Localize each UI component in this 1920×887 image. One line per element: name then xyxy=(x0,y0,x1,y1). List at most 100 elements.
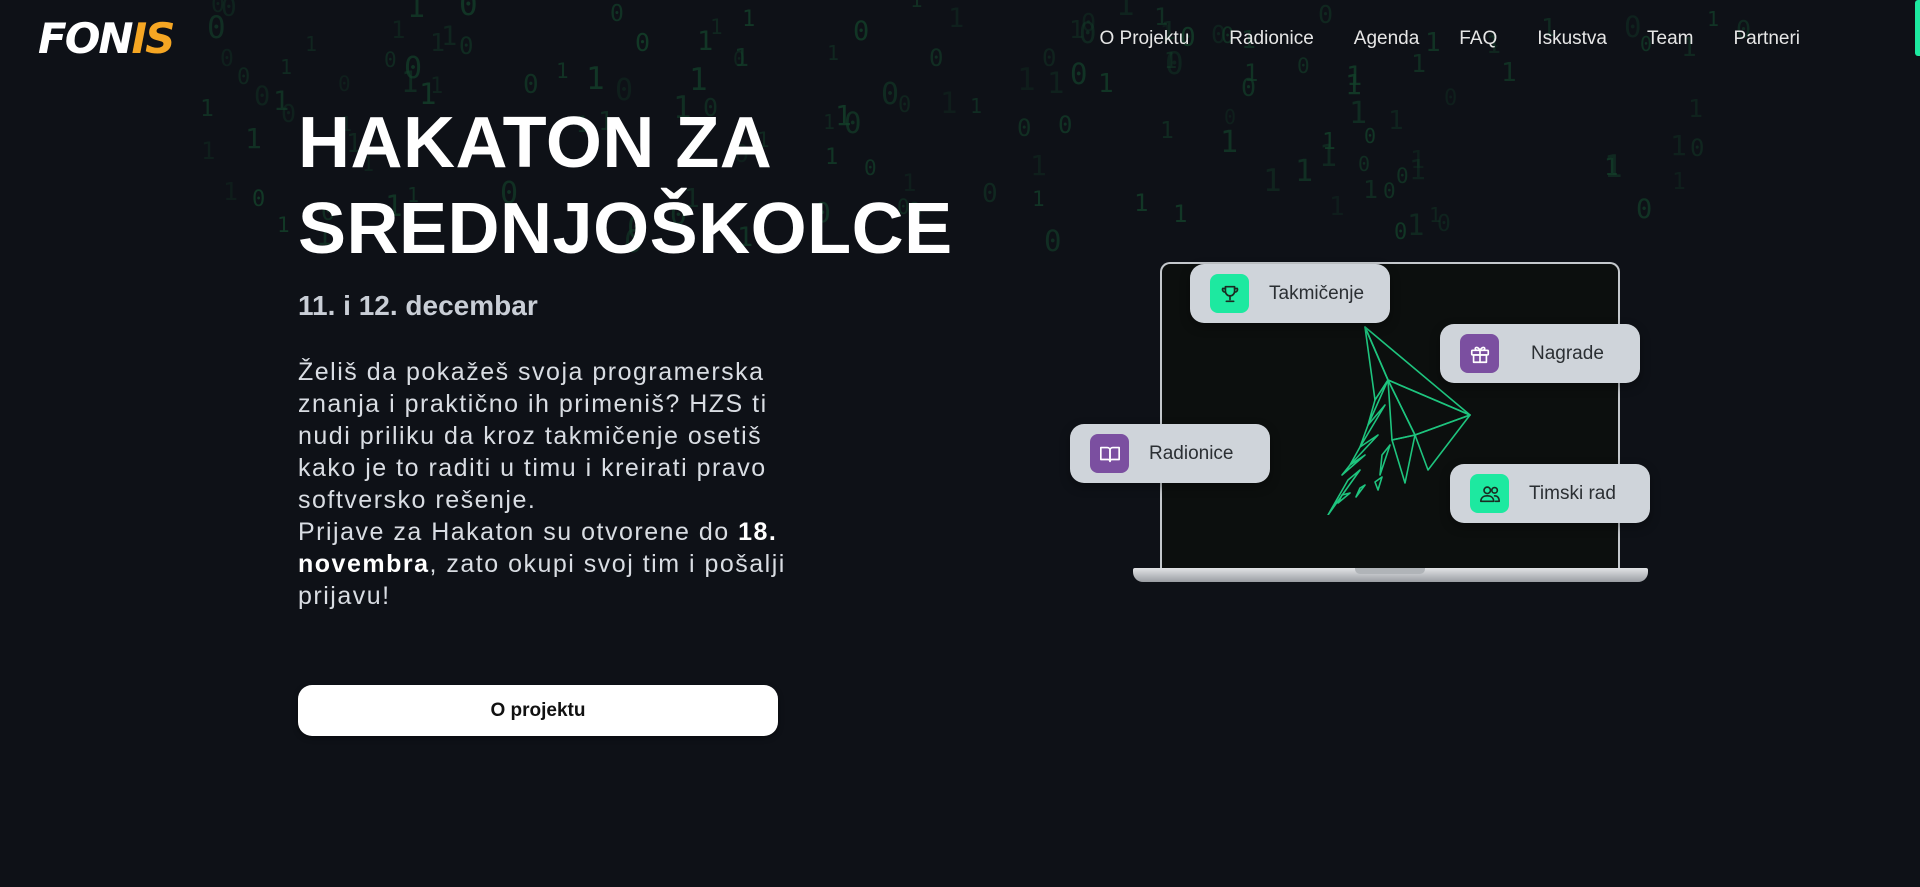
matrix-digit: 1 xyxy=(200,96,214,122)
matrix-digit: 1 xyxy=(1098,69,1114,99)
logo-part-fon: FON xyxy=(38,13,134,63)
matrix-digit: 1 xyxy=(1322,129,1336,155)
matrix-digit: 1 xyxy=(1032,187,1045,211)
matrix-digit: 0 xyxy=(338,72,351,96)
matrix-digit: 1 xyxy=(1263,163,1282,199)
matrix-digit: 0 xyxy=(929,44,944,72)
matrix-digit: 1 xyxy=(556,59,569,83)
matrix-digit: 0 xyxy=(254,81,271,112)
matrix-digit: 0 xyxy=(459,32,474,60)
nav-radionice[interactable]: Radionice xyxy=(1209,24,1334,54)
matrix-digit: 1 xyxy=(430,28,446,57)
matrix-digit: 0 xyxy=(1444,86,1458,111)
matrix-digit: 0 xyxy=(982,179,998,209)
matrix-digit: 1 xyxy=(1244,59,1259,87)
matrix-digit: 1 xyxy=(201,137,216,165)
matrix-digit: 1 xyxy=(742,7,756,32)
chip-nagrade: Nagrade xyxy=(1440,324,1640,383)
hero-paragraph-2-start: Prijave za Hakaton su otvorene do xyxy=(298,518,739,546)
matrix-digit: 1 xyxy=(1116,0,1135,23)
matrix-digit: 0 xyxy=(211,0,225,18)
matrix-digit: 1 xyxy=(1429,203,1442,227)
matrix-digit: 1 xyxy=(689,62,708,98)
gift-icon xyxy=(1460,334,1499,373)
matrix-digit: 1 xyxy=(280,55,293,79)
matrix-digit: 1 xyxy=(1407,208,1425,242)
matrix-digit: 0 xyxy=(1358,152,1371,176)
hero-title-line1: HAKATON ZA xyxy=(298,103,773,183)
matrix-digit: 0 xyxy=(1070,57,1088,91)
matrix-digit: 0 xyxy=(281,99,297,128)
matrix-digit: 0 xyxy=(1297,54,1310,78)
matrix-digit: 0 xyxy=(207,10,226,46)
hero-title: HAKATON ZA SREDNJOŠKOLCE xyxy=(298,100,952,272)
matrix-digit: 0 xyxy=(221,0,237,23)
nav-iskustva[interactable]: Iskustva xyxy=(1517,24,1627,54)
laptop-notch xyxy=(1355,568,1425,574)
matrix-digit: 1 xyxy=(1363,175,1379,204)
matrix-digit: 0 xyxy=(459,0,478,23)
matrix-digit: 1 xyxy=(948,3,965,34)
matrix-digit: 1 xyxy=(1410,145,1426,174)
matrix-digit: 1 xyxy=(1411,49,1427,78)
nav-faq[interactable]: FAQ xyxy=(1439,24,1517,54)
matrix-digit: 0 xyxy=(1224,105,1237,129)
book-icon xyxy=(1090,434,1129,473)
team-icon xyxy=(1470,474,1509,513)
matrix-digit: 1 xyxy=(305,32,318,56)
o-projektu-button[interactable]: O projektu xyxy=(298,685,778,736)
matrix-digit: 1 xyxy=(430,74,444,99)
matrix-digit: 1 xyxy=(1409,153,1426,186)
fonis-logo[interactable]: FON IS xyxy=(38,13,176,63)
nav-partneri[interactable]: Partneri xyxy=(1713,24,1820,54)
matrix-digit: 1 xyxy=(1604,149,1623,185)
matrix-digit: 1 xyxy=(970,94,983,118)
matrix-digit: 1 xyxy=(1388,106,1404,136)
matrix-digit: 1 xyxy=(1346,61,1363,92)
matrix-digit: 0 xyxy=(1636,194,1653,225)
matrix-digit: 0 xyxy=(252,187,266,212)
matrix-digit: 1 xyxy=(1030,149,1047,182)
nav-agenda[interactable]: Agenda xyxy=(1334,24,1440,54)
matrix-digit: 1 xyxy=(1688,94,1704,123)
matrix-digit: 1 xyxy=(1329,192,1345,222)
matrix-digit: 1 xyxy=(710,15,723,39)
matrix-digit: 0 xyxy=(1396,164,1409,188)
matrix-digit: 0 xyxy=(1364,124,1377,148)
matrix-digit: 0 xyxy=(1437,211,1451,237)
matrix-digit: 0 xyxy=(523,70,539,100)
main-nav: O Projektu Radionice Agenda FAQ Iskustva… xyxy=(1080,24,1821,54)
page: 1011110110010000011011111111101001001100… xyxy=(0,0,1920,887)
matrix-digit: 1 xyxy=(277,213,290,237)
matrix-digit: 0 xyxy=(635,28,651,57)
matrix-digit: 1 xyxy=(1220,125,1239,160)
matrix-digit: 1 xyxy=(1501,58,1517,88)
matrix-digit: 0 xyxy=(1394,220,1408,245)
matrix-digit: 1 xyxy=(1670,129,1687,162)
matrix-digit: 0 xyxy=(1058,111,1073,139)
matrix-digit: 0 xyxy=(1690,134,1705,162)
scrollbar[interactable] xyxy=(1915,0,1920,56)
matrix-digit: 1 xyxy=(827,41,840,65)
matrix-digit: 1 xyxy=(1160,118,1174,144)
matrix-digit: 0 xyxy=(384,48,397,72)
matrix-digit: 1 xyxy=(697,26,714,57)
matrix-digit: 0 xyxy=(1044,224,1062,258)
logo-part-is: IS xyxy=(131,13,176,63)
matrix-digit: 0 xyxy=(220,46,234,72)
nav-o-projektu[interactable]: O Projektu xyxy=(1080,24,1210,54)
chip-takmicenje: Takmičenje xyxy=(1190,264,1390,323)
matrix-digit: 1 xyxy=(1295,154,1314,189)
matrix-digit: 1 xyxy=(1164,49,1178,74)
chip-radionice: Radionice xyxy=(1070,424,1270,483)
matrix-digit: 1 xyxy=(910,0,923,12)
nav-team[interactable]: Team xyxy=(1627,24,1713,54)
matrix-digit: 1 xyxy=(401,65,419,99)
matrix-digit: 1 xyxy=(273,86,290,117)
matrix-digit: 1 xyxy=(407,0,426,25)
matrix-digit: 0 xyxy=(237,65,251,90)
matrix-digit: 0 xyxy=(610,1,624,27)
matrix-digit: 1 xyxy=(1349,96,1368,131)
hero-title-line2: SREDNJOŠKOLCE xyxy=(298,189,953,269)
matrix-digit: 0 xyxy=(1241,73,1257,102)
